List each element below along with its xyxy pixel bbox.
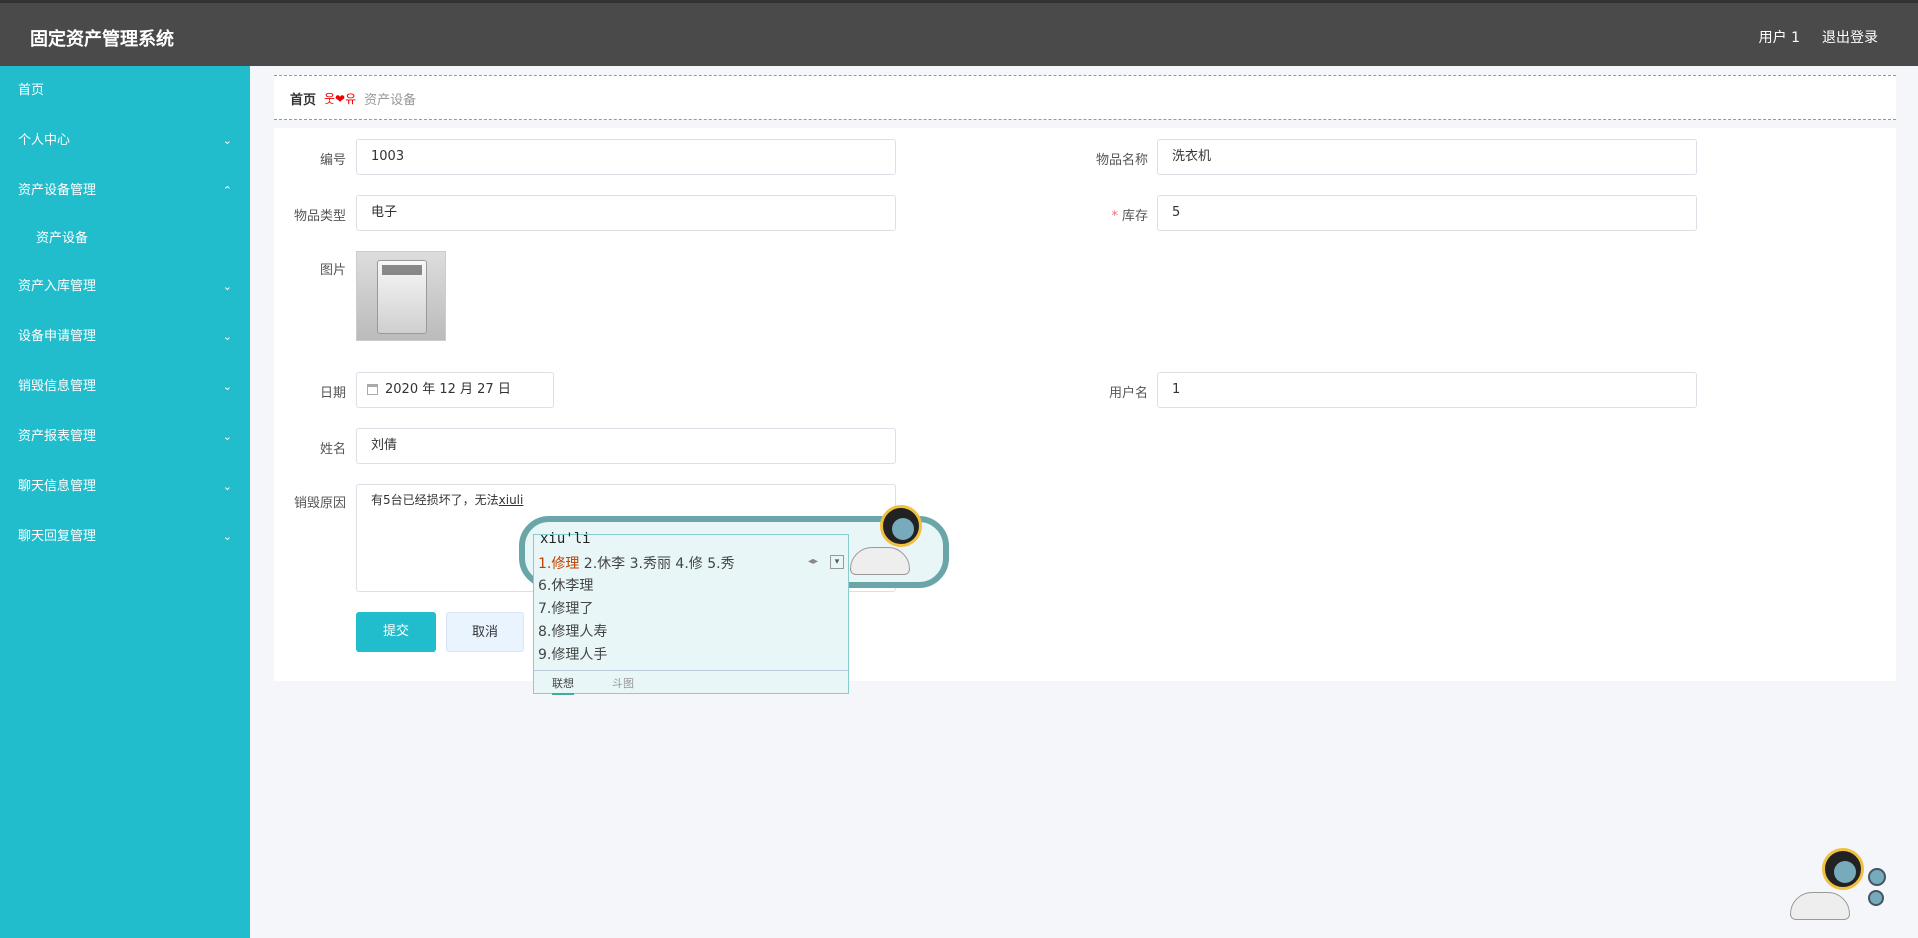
chevron-down-icon: ⌄ — [222, 134, 232, 147]
sidebar-item-label: 销毁信息管理 — [18, 379, 97, 394]
image-label: 图片 — [319, 263, 346, 278]
reason-composing-text: xiuli — [498, 493, 524, 507]
reason-label: 销毁原因 — [293, 496, 346, 511]
chevron-down-icon: ⌄ — [222, 530, 232, 543]
ime-mascot-icon — [850, 505, 938, 575]
stock-input[interactable]: 5 — [1157, 195, 1697, 231]
assistant-body — [1790, 892, 1850, 920]
sidebar-item-asset-report-management[interactable]: 资产报表管理 ⌄ — [0, 412, 250, 462]
cancel-button[interactable]: 取消 — [446, 612, 524, 652]
item-type-input[interactable]: 电子 — [356, 195, 896, 231]
sidebar-item-label: 首页 — [18, 83, 45, 98]
sidebar-item-label: 资产报表管理 — [18, 429, 97, 444]
realname-input[interactable]: 刘倩 — [356, 428, 896, 464]
assistant-bubble-icon — [1868, 890, 1884, 906]
stock-label-text: 库存 — [1121, 209, 1148, 224]
logout-link[interactable]: 退出登录 — [1822, 27, 1878, 47]
chevron-down-icon: ⌄ — [222, 430, 232, 443]
sidebar-item-asset-device-management[interactable]: 资产设备管理 ⌃ — [0, 166, 250, 216]
chevron-down-icon: ⌄ — [222, 380, 232, 393]
sidebar-item-chat-reply-management[interactable]: 聊天回复管理 ⌄ — [0, 512, 250, 562]
sidebar-item-personal-center[interactable]: 个人中心 ⌄ — [0, 116, 250, 166]
ime-candidate-9[interactable]: 9.修理人手 — [538, 644, 607, 664]
date-label: 日期 — [319, 386, 346, 401]
breadcrumb-current: 资产设备 — [364, 93, 417, 108]
ime-candidate-7[interactable]: 7.修理了 — [538, 598, 593, 618]
chevron-up-icon: ⌃ — [222, 184, 232, 197]
sidebar-subitem-asset-device[interactable]: 资产设备 — [0, 216, 250, 262]
item-name-input[interactable]: 洗衣机 — [1157, 139, 1697, 175]
ime-pinyin: xiu'li — [540, 531, 591, 547]
top-bar: 固定资产管理系统 用户 1 退出登录 — [0, 0, 1918, 66]
app-title: 固定资产管理系统 — [30, 29, 174, 50]
mascot-body — [850, 547, 910, 575]
sidebar-item-label: 资产设备管理 — [18, 183, 97, 198]
sidebar-item-home[interactable]: 首页 — [0, 66, 250, 116]
mascot-face — [892, 518, 914, 540]
sidebar-item-label: 聊天回复管理 — [18, 529, 97, 544]
sidebar-item-chat-info-management[interactable]: 聊天信息管理 ⌄ — [0, 462, 250, 512]
sidebar-item-label: 个人中心 — [18, 133, 71, 148]
sidebar-item-label: 设备申请管理 — [18, 329, 97, 344]
sidebar: 首页 个人中心 ⌄ 资产设备管理 ⌃ 资产设备 资产入库管理 ⌄ 设备申请管理 ⌄ 销毁… — [0, 66, 250, 938]
chevron-down-icon: ⌄ — [222, 280, 232, 293]
ime-candidate-8[interactable]: 8.修理人寿 — [538, 621, 607, 641]
ime-expand-icon[interactable]: ▾ — [830, 555, 844, 569]
ime-page-arrows-icon[interactable]: ◂▸ — [808, 556, 818, 567]
current-user[interactable]: 用户 1 — [1759, 27, 1800, 47]
date-picker[interactable]: 2020 年 12 月 27 日 — [356, 372, 554, 408]
item-name-label: 物品名称 — [1095, 153, 1148, 168]
code-label: 编号 — [319, 153, 346, 168]
ime-candidate-1[interactable]: 1.修理 — [538, 556, 579, 572]
ime-candidate-6[interactable]: 6.休李理 — [538, 575, 593, 595]
ime-tab-association[interactable]: 联想 — [552, 675, 574, 695]
required-marker: * — [1111, 209, 1118, 224]
realname-label: 姓名 — [319, 442, 346, 457]
username-input[interactable]: 1 — [1157, 372, 1697, 408]
username-label: 用户名 — [1108, 386, 1148, 401]
item-type-label: 物品类型 — [293, 209, 346, 224]
mascot-head — [880, 505, 922, 547]
sidebar-item-label: 聊天信息管理 — [18, 479, 97, 494]
assistant-face — [1834, 861, 1856, 883]
topbar-actions: 用户 1 退出登录 — [1759, 27, 1878, 47]
ime-tabs: 联想 斗图 — [534, 670, 848, 695]
assistant-head — [1822, 848, 1864, 890]
stock-label: * 库存 — [1068, 205, 1148, 224]
ime-tab-stickers[interactable]: 斗图 — [612, 675, 634, 691]
submit-button[interactable]: 提交 — [356, 612, 436, 652]
sidebar-item-disposal-info-management[interactable]: 销毁信息管理 ⌄ — [0, 362, 250, 412]
breadcrumb-home[interactable]: 首页 — [290, 89, 316, 108]
sidebar-item-asset-storage-management[interactable]: 资产入库管理 ⌄ — [0, 262, 250, 312]
date-value: 2020 年 12 月 27 日 — [385, 382, 511, 397]
reason-text: 有5台已经损坏了，无法 — [371, 493, 499, 507]
sidebar-item-label: 资产入库管理 — [18, 279, 97, 294]
breadcrumb-bar: 首页 웃❤유 资产设备 — [274, 75, 1896, 120]
floating-assistant-icon[interactable] — [1790, 848, 1886, 920]
chevron-down-icon: ⌄ — [222, 480, 232, 493]
washing-machine-image — [377, 260, 427, 334]
ime-candidates-2-5[interactable]: 2.休李 3.秀丽 4.修 5.秀 — [579, 556, 735, 572]
breadcrumb-separator: 웃❤유 — [324, 92, 357, 106]
code-input[interactable]: 1003 — [356, 139, 896, 175]
breadcrumb: 首页 웃❤유 资产设备 — [290, 89, 416, 108]
calendar-icon — [367, 384, 378, 395]
chevron-down-icon: ⌄ — [222, 330, 232, 343]
assistant-bubble-icon — [1868, 868, 1886, 886]
sidebar-item-device-request-management[interactable]: 设备申请管理 ⌄ — [0, 312, 250, 362]
ime-candidate-row: 1.修理 2.休李 3.秀丽 4.修 5.秀 — [538, 553, 735, 573]
item-image-thumbnail[interactable] — [356, 251, 446, 341]
